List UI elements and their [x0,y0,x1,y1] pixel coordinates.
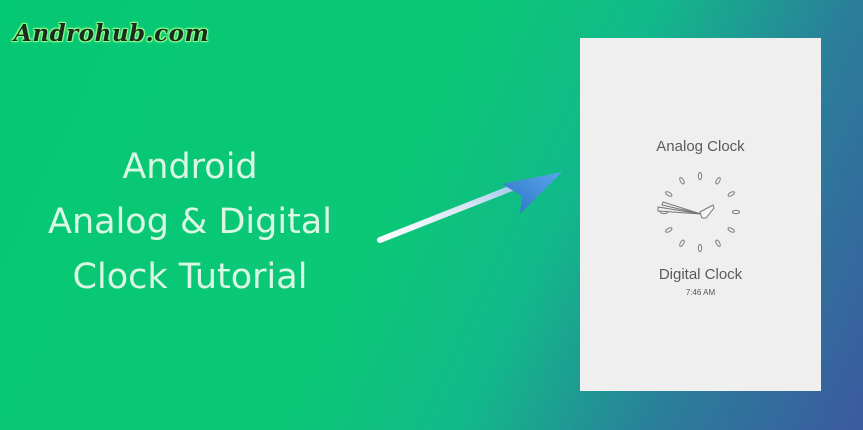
headline-line-1: Android [122,147,258,187]
clock-tick [665,227,673,233]
clock-tick [697,243,703,253]
headline: Android Analog & Digital Clock Tutorial [0,140,380,305]
clock-tick [727,227,735,233]
digital-time: 7:46 AM [685,288,716,297]
clock-hands [657,201,715,219]
analog-clock-icon [657,171,741,253]
headline-line-3: Clock Tutorial [72,257,308,297]
headline-line-2: Analog & Digital [48,202,332,242]
analog-clock-title: Analog Clock [656,138,745,155]
clock-tick [727,191,735,197]
clock-tick [679,177,685,185]
arrow-icon [377,172,562,243]
phone-screen: Analog Clock Digital Clock 7:46 AM [580,38,821,391]
clock-tick [731,209,741,215]
clock-tick [697,171,703,181]
clock-tick [715,239,721,247]
site-logo: Androhub.com [14,20,210,47]
digital-clock-title: Digital Clock [658,266,743,283]
clock-tick [665,191,673,197]
clock-tick [715,177,721,185]
clock-tick [679,239,685,247]
